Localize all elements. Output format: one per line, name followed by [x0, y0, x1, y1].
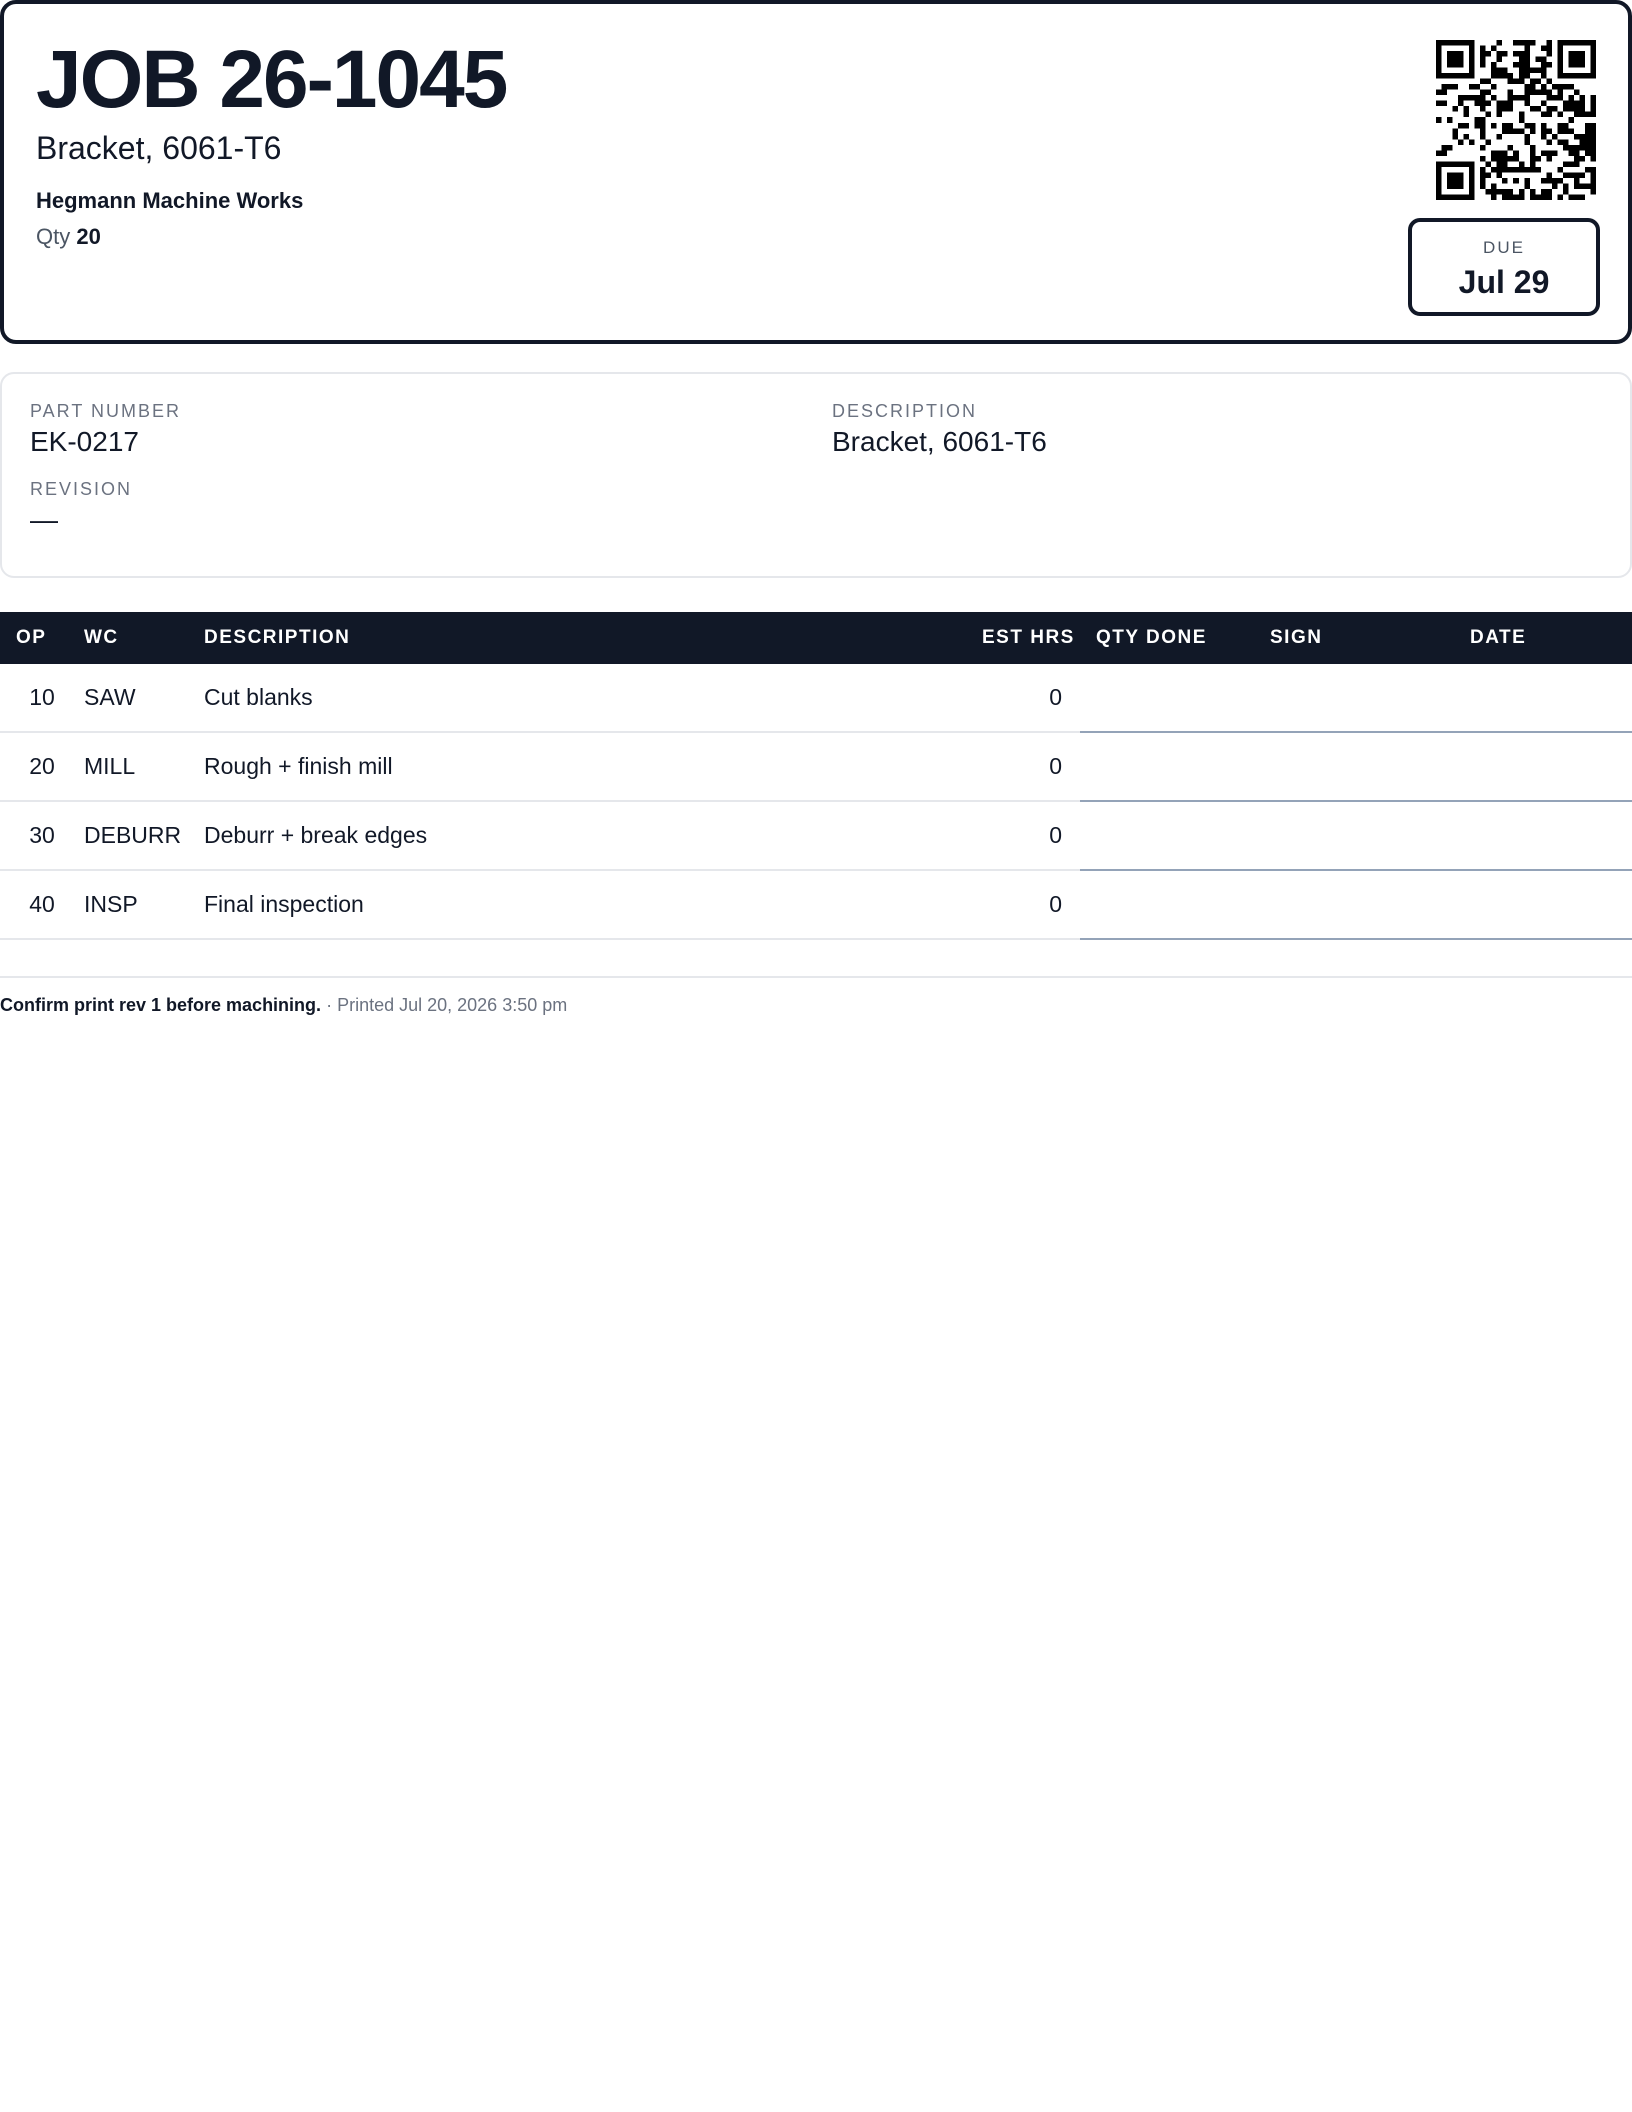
sign-field[interactable] — [1260, 732, 1454, 802]
col-header-qty-done: QTY DONE — [1080, 612, 1260, 664]
revision-label: REVISION — [30, 479, 133, 499]
footer-divider — [0, 976, 1632, 978]
table-row: 30 DEBURR Deburr + break edges 0 — [0, 801, 1632, 871]
col-header-sign: SIGN — [1260, 612, 1454, 664]
work-center: DEBURR — [84, 801, 204, 871]
qty-done-field[interactable] — [1080, 664, 1260, 733]
printed-timestamp: Printed Jul 20, 2026 3:50 pm — [337, 995, 568, 1015]
part-description: Bracket, 6061-T6 — [832, 426, 1047, 457]
footer-note: Confirm print rev 1 before machining. — [0, 995, 322, 1015]
col-header-description: DESCRIPTION — [204, 612, 982, 664]
part-number: EK-0217 — [30, 426, 139, 457]
est-hours: 0 — [982, 732, 1080, 802]
sign-field[interactable] — [1260, 801, 1454, 871]
sign-field[interactable] — [1260, 870, 1454, 940]
date-field[interactable] — [1454, 732, 1632, 802]
date-field[interactable] — [1454, 664, 1632, 733]
op-description: Rough + finish mill — [204, 732, 982, 802]
qr-code-icon — [1436, 40, 1596, 200]
operations-table: OP WC DESCRIPTION EST HRS QTY DONE SIGN … — [0, 612, 1632, 940]
op-number: 40 — [0, 870, 84, 940]
col-header-date: DATE — [1454, 612, 1632, 664]
op-description: Final inspection — [204, 870, 982, 940]
job-header-card: JOB 26-1045 Bracket, 6061-T6 Hegmann Mac… — [0, 0, 1632, 344]
job-subtitle: Bracket, 6061-T6 — [36, 130, 282, 166]
sign-field[interactable] — [1260, 664, 1454, 733]
date-field[interactable] — [1454, 801, 1632, 871]
op-number: 20 — [0, 732, 84, 802]
revision-value: — — [30, 504, 58, 535]
work-center: SAW — [84, 664, 204, 733]
customer-name: Hegmann Machine Works — [36, 188, 304, 213]
table-header-row: OP WC DESCRIPTION EST HRS QTY DONE SIGN … — [0, 612, 1632, 664]
col-header-wc: WC — [84, 612, 204, 664]
part-number-label: PART NUMBER — [30, 401, 182, 421]
job-title: JOB 26-1045 — [36, 34, 508, 125]
col-header-est-hrs: EST HRS — [982, 612, 1080, 664]
due-label: DUE — [1483, 238, 1525, 257]
part-info-card: PART NUMBER EK-0217 DESCRIPTION Bracket,… — [0, 372, 1632, 578]
footer-separator: · — [326, 995, 333, 1015]
table-row: 20 MILL Rough + finish mill 0 — [0, 732, 1632, 802]
work-center: INSP — [84, 870, 204, 940]
qty-done-field[interactable] — [1080, 732, 1260, 802]
table-row: 40 INSP Final inspection 0 — [0, 870, 1632, 940]
est-hours: 0 — [982, 870, 1080, 940]
description-label: DESCRIPTION — [832, 401, 978, 421]
qty-done-field[interactable] — [1080, 870, 1260, 940]
job-quantity: Qty 20 — [36, 222, 101, 252]
date-field[interactable] — [1454, 870, 1632, 940]
footer: Confirm print rev 1 before machining. · … — [0, 992, 567, 1018]
op-description: Cut blanks — [204, 664, 982, 733]
op-number: 10 — [0, 664, 84, 733]
table-row: 10 SAW Cut blanks 0 — [0, 664, 1632, 733]
qty-done-field[interactable] — [1080, 801, 1260, 871]
est-hours: 0 — [982, 664, 1080, 733]
op-number: 30 — [0, 801, 84, 871]
work-center: MILL — [84, 732, 204, 802]
due-date-box: DUE Jul 29 — [1408, 218, 1600, 316]
due-date: Jul 29 — [1458, 264, 1550, 300]
qty-value: 20 — [76, 224, 101, 249]
est-hours: 0 — [982, 801, 1080, 871]
col-header-op: OP — [0, 612, 84, 664]
op-description: Deburr + break edges — [204, 801, 982, 871]
qty-label: Qty — [36, 224, 71, 249]
